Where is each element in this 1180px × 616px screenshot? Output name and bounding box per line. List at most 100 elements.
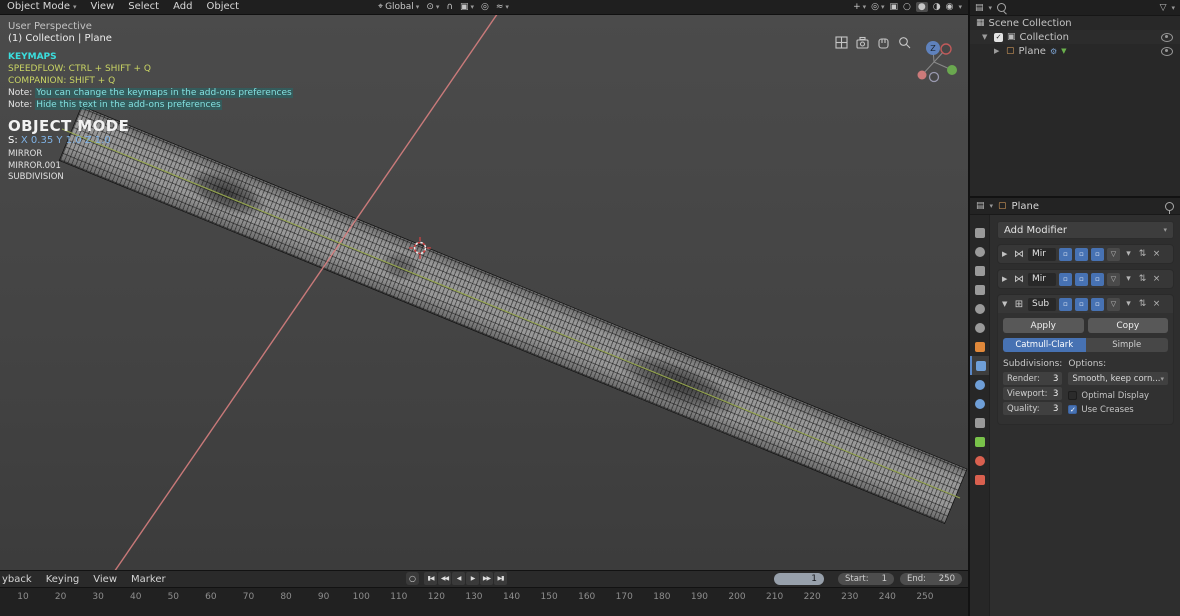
move-modifier-button[interactable]: ⇅ [1137,299,1148,309]
menu-select[interactable]: Select [121,0,166,14]
outliner-row-scene-collection[interactable]: ▦ Scene Collection [970,16,1180,30]
timeline-ruler[interactable]: 10 20 30 40 50 60 70 80 90 100 110 120 130 140 150 160 1… [0,587,968,616]
prev-keyframe-button[interactable]: ◀◀ [438,572,451,585]
modifier-extras-dropdown[interactable]: ▾ [1123,299,1134,309]
jump-to-end-button[interactable]: ▶▮ [494,572,507,585]
toggle-perspective-icon[interactable] [835,36,848,49]
move-view-hand-icon[interactable] [878,38,889,49]
overlays-dropdown[interactable]: ◎ ▾ [871,2,884,12]
menu-view[interactable]: View [84,0,122,14]
use-creases-checkbox[interactable]: ✓ Use Creases [1068,403,1168,416]
pivot-dropdown[interactable]: ⊙ ▾ [426,2,439,12]
falloff-dropdown[interactable]: ≈ ▾ [496,2,509,12]
3d-viewport[interactable]: Z User Perspective (1) Collection | Plan… [0,15,968,570]
shading-material-button[interactable]: ◑ [933,2,941,12]
move-modifier-button[interactable]: ⇅ [1137,249,1148,259]
tab-physics[interactable] [970,394,989,413]
menu-view[interactable]: View [86,574,124,585]
remove-modifier-button[interactable]: × [1151,274,1162,284]
gizmo-y-axis[interactable] [947,65,957,75]
tab-scene[interactable] [970,299,989,318]
outliner-row-plane[interactable]: ▶ ▢ Plane ⚙ ▼ [970,44,1180,58]
tab-output[interactable] [970,261,989,280]
toggle-render-display[interactable]: ▫ [1091,247,1104,261]
hide-in-viewport-eye-icon[interactable] [1161,32,1173,42]
expand-caret-icon[interactable]: ▼ [982,33,990,41]
play-button[interactable]: ▶ [466,572,479,585]
shading-solid-button[interactable]: ● [915,2,928,12]
outliner-row-collection[interactable]: ▼ ✓ ▣ Collection [970,30,1180,44]
expand-caret-icon[interactable]: ▶ [1002,275,1010,283]
expand-caret-icon[interactable]: ▶ [994,47,1002,55]
catmull-clark-button[interactable]: Catmull-Clark [1003,338,1086,352]
toggle-on-cage[interactable]: ▽ [1107,272,1120,286]
tab-world[interactable] [970,318,989,337]
toggle-on-cage[interactable]: ▽ [1107,247,1120,261]
gizmo-x-neg-axis[interactable] [940,43,952,55]
toggle-on-cage[interactable]: ▽ [1107,297,1120,311]
uv-smooth-dropdown[interactable]: Smooth, keep corn... ▾ [1068,372,1168,385]
render-subdivisions-field[interactable]: Render: 3 [1003,372,1063,385]
pin-icon[interactable] [1165,201,1174,214]
expand-caret-icon[interactable]: ▶ [1002,250,1010,258]
play-reverse-button[interactable]: ◀ [452,572,465,585]
filter-icon[interactable]: ▽ [1160,3,1167,13]
shading-wireframe-button[interactable]: ○ [903,2,911,12]
toggle-realtime-display[interactable]: ▫ [1075,272,1088,286]
snap-target-dropdown[interactable]: ▣ ▾ [460,2,474,12]
modifier-name-field[interactable]: Sub [1028,297,1056,311]
apply-button[interactable]: Apply [1003,318,1084,333]
camera-view-icon[interactable] [856,36,869,49]
next-keyframe-button[interactable]: ▶▶ [480,572,493,585]
tab-object[interactable] [970,337,989,356]
toggle-edit-mode-display[interactable]: ▫ [1059,297,1072,311]
menu-object[interactable]: Object [199,0,246,14]
simple-button[interactable]: Simple [1085,338,1168,352]
search-icon[interactable] [997,3,1007,12]
orientation-dropdown[interactable]: ⌖ Global ▾ [378,2,419,12]
copy-button[interactable]: Copy [1087,318,1168,333]
menu-add[interactable]: Add [166,0,199,14]
end-frame-field[interactable]: End: 250 [900,573,962,585]
tab-tool[interactable] [970,223,989,242]
toggle-edit-mode-display[interactable]: ▫ [1059,247,1072,261]
toggle-realtime-display[interactable]: ▫ [1075,297,1088,311]
gizmos-dropdown[interactable]: + ▾ [853,2,866,12]
menu-keying[interactable]: Keying [39,574,87,585]
gizmo-x-axis[interactable] [917,70,927,80]
collection-checkbox[interactable]: ✓ [994,32,1003,42]
toggle-render-display[interactable]: ▫ [1091,297,1104,311]
toggle-render-display[interactable]: ▫ [1091,272,1104,286]
tab-modifiers[interactable] [970,356,989,375]
menu-playback[interactable]: yback [0,574,39,585]
toggle-realtime-display[interactable]: ▫ [1075,247,1088,261]
snap-toggle[interactable]: ∩ [446,2,453,12]
tab-view-layer[interactable] [970,280,989,299]
tab-render[interactable] [970,242,989,261]
shading-rendered-button[interactable]: ◉ [946,2,954,12]
editor-type-icon[interactable]: ▤ [975,3,984,13]
mode-dropdown[interactable]: Object Mode ▾ [0,0,84,14]
menu-marker[interactable]: Marker [124,574,173,585]
tab-constraints[interactable] [970,413,989,432]
modifier-name-field[interactable]: Mir [1028,272,1056,286]
add-modifier-button[interactable]: Add Modifier ▾ [997,221,1174,239]
modifier-extras-dropdown[interactable]: ▾ [1123,249,1134,259]
start-frame-field[interactable]: Start: 1 [838,573,894,585]
zoom-view-icon[interactable] [899,37,911,49]
auto-keying-toggle[interactable]: ○ [406,572,419,585]
viewport-subdivisions-field[interactable]: Viewport: 3 [1003,387,1063,400]
modifier-name-field[interactable]: Mir [1028,247,1056,261]
modifier-extras-dropdown[interactable]: ▾ [1123,274,1134,284]
editor-type-icon[interactable]: ▤ [976,201,985,211]
gizmo-z-neg-axis[interactable] [928,71,940,83]
tab-object-data[interactable] [970,432,989,451]
remove-modifier-button[interactable]: × [1151,249,1162,259]
navigation-gizmo[interactable]: Z [917,41,958,83]
hide-in-viewport-eye-icon[interactable] [1161,46,1173,56]
current-frame-field[interactable]: 1 [774,573,824,585]
toggle-edit-mode-display[interactable]: ▫ [1059,272,1072,286]
quality-field[interactable]: Quality: 3 [1003,402,1063,415]
proportional-editing-toggle[interactable]: ◎ [481,2,489,12]
shading-dropdown[interactable]: ▾ [958,3,962,11]
